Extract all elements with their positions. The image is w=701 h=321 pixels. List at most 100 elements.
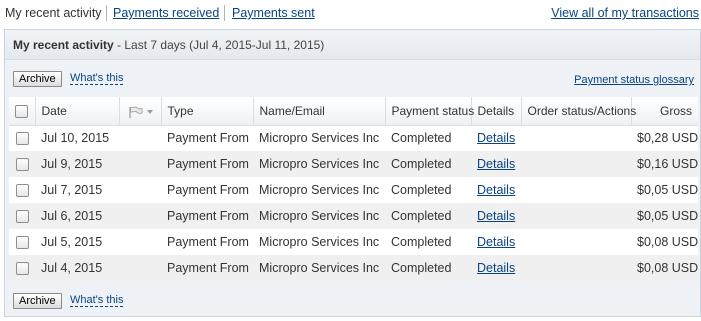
row-checkbox-cell (9, 177, 35, 203)
cell-date: Jul 10, 2015 (35, 125, 119, 151)
cell-gross: $0,16 USD (631, 151, 698, 177)
payment-status-glossary-link[interactable]: Payment status glossary (574, 74, 694, 86)
panel-date-range: - Last 7 days (Jul 4, 2015-Jul 11, 2015) (113, 38, 325, 52)
cell-details: Details (471, 151, 521, 177)
cell-flag (119, 125, 161, 151)
view-all-transactions-link[interactable]: View all of my transactions (551, 6, 699, 20)
cell-payment-status: Completed (385, 203, 471, 229)
cell-type: Payment From (161, 229, 253, 255)
table-row: Jul 7, 2015 Payment From Micropro Services… (9, 177, 698, 203)
row-checkbox-cell (9, 203, 35, 229)
cell-details: Details (471, 203, 521, 229)
cell-name-email: Micropro Services Inc (253, 229, 385, 255)
nav-my-recent-activity: My recent activity (5, 6, 102, 20)
cell-type: Payment From (161, 125, 253, 151)
cell-date: Jul 6, 2015 (35, 203, 119, 229)
whats-this-link-top[interactable]: What's this (70, 72, 124, 85)
details-link[interactable]: Details (477, 183, 515, 197)
table-row: Jul 9, 2015 Payment From Micropro Services… (9, 151, 698, 177)
panel-header: My recent activity - Last 7 days (Jul 4,… (5, 30, 700, 60)
cell-flag (119, 203, 161, 229)
nav-payments-sent-link[interactable]: Payments sent (232, 6, 315, 20)
row-checkbox-cell (9, 125, 35, 151)
cell-order-status (521, 203, 631, 229)
chevron-down-icon (146, 109, 153, 114)
cell-details: Details (471, 125, 521, 151)
cell-order-status (521, 229, 631, 255)
column-header-payment-status: Payment status (385, 97, 474, 126)
cell-order-status (521, 177, 631, 203)
row-select-checkbox[interactable] (15, 132, 29, 146)
recent-activity-panel: My recent activity - Last 7 days (Jul 4,… (4, 29, 701, 317)
cell-type: Payment From (161, 177, 253, 203)
cell-gross: $0,28 USD (631, 125, 698, 151)
column-header-date[interactable]: Date (35, 97, 120, 126)
row-checkbox-cell (9, 255, 35, 281)
cell-name-email: Micropro Services Inc (253, 203, 385, 229)
cell-date: Jul 7, 2015 (35, 177, 119, 203)
cell-date: Jul 4, 2015 (35, 255, 119, 281)
row-select-checkbox[interactable] (15, 236, 29, 250)
cell-payment-status: Completed (385, 177, 471, 203)
whats-this-link-bottom[interactable]: What's this (70, 294, 124, 307)
activity-nav: My recent activity Payments received Pay… (0, 0, 701, 26)
select-all-checkbox[interactable] (15, 104, 29, 118)
cell-flag (119, 255, 161, 281)
cell-order-status (521, 125, 631, 151)
select-all-cell (9, 97, 36, 126)
cell-name-email: Micropro Services Inc (253, 151, 385, 177)
cell-payment-status: Completed (385, 125, 471, 151)
cell-flag (119, 151, 161, 177)
table-row: Jul 10, 2015 Payment From Micropro Service… (9, 125, 698, 151)
cell-order-status (521, 255, 631, 281)
cell-type: Payment From (161, 151, 253, 177)
cell-details: Details (471, 255, 521, 281)
cell-payment-status: Completed (385, 151, 471, 177)
table-row: Jul 4, 2015 Payment From Micropro Services… (9, 255, 698, 281)
cell-type: Payment From (161, 203, 253, 229)
nav-payments-received-link[interactable]: Payments received (113, 6, 219, 20)
cell-gross: $0,05 USD (631, 203, 698, 229)
nav-separator (106, 5, 107, 21)
cell-gross: $0,05 USD (631, 177, 698, 203)
details-link[interactable]: Details (477, 157, 515, 171)
row-select-checkbox[interactable] (15, 262, 29, 276)
transactions-table: Date Type Name/Email Payment status Deta… (9, 97, 698, 281)
archive-button-bottom[interactable]: Archive (13, 293, 62, 309)
cell-flag (119, 177, 161, 203)
details-link[interactable]: Details (477, 235, 515, 249)
flag-column-header[interactable] (119, 97, 162, 126)
details-link[interactable]: Details (477, 209, 515, 223)
cell-date: Jul 5, 2015 (35, 229, 119, 255)
row-select-checkbox[interactable] (15, 210, 29, 224)
cell-name-email: Micropro Services Inc (253, 255, 385, 281)
row-select-checkbox[interactable] (15, 158, 29, 172)
row-select-checkbox[interactable] (15, 184, 29, 198)
column-header-details: Details (471, 97, 522, 126)
cell-gross: $0,08 USD (631, 255, 698, 281)
cell-date: Jul 9, 2015 (35, 151, 119, 177)
cell-flag (119, 229, 161, 255)
transactions-body: Jul 10, 2015 Payment From Micropro Service… (9, 125, 698, 281)
cell-type: Payment From (161, 255, 253, 281)
bottom-toolbar: Archive What's this (5, 284, 700, 317)
column-header-order-status: Order status/Actions (521, 97, 636, 126)
archive-button-top[interactable]: Archive (13, 71, 62, 87)
panel-title: My recent activity (13, 38, 114, 52)
cell-details: Details (471, 229, 521, 255)
nav-separator (224, 5, 225, 21)
flag-icon (128, 106, 142, 118)
cell-payment-status: Completed (385, 255, 471, 281)
table-row: Jul 5, 2015 Payment From Micropro Services… (9, 229, 698, 255)
table-row: Jul 6, 2015 Payment From Micropro Services… (9, 203, 698, 229)
details-link[interactable]: Details (477, 261, 515, 275)
cell-payment-status: Completed (385, 229, 471, 255)
top-toolbar: Archive What's this Payment status gloss… (5, 60, 700, 94)
cell-name-email: Micropro Services Inc (253, 125, 385, 151)
table-header-row: Date Type Name/Email Payment status Deta… (9, 97, 698, 126)
details-link[interactable]: Details (477, 131, 515, 145)
cell-name-email: Micropro Services Inc (253, 177, 385, 203)
row-checkbox-cell (9, 151, 35, 177)
cell-details: Details (471, 177, 521, 203)
column-header-type: Type (161, 97, 254, 126)
